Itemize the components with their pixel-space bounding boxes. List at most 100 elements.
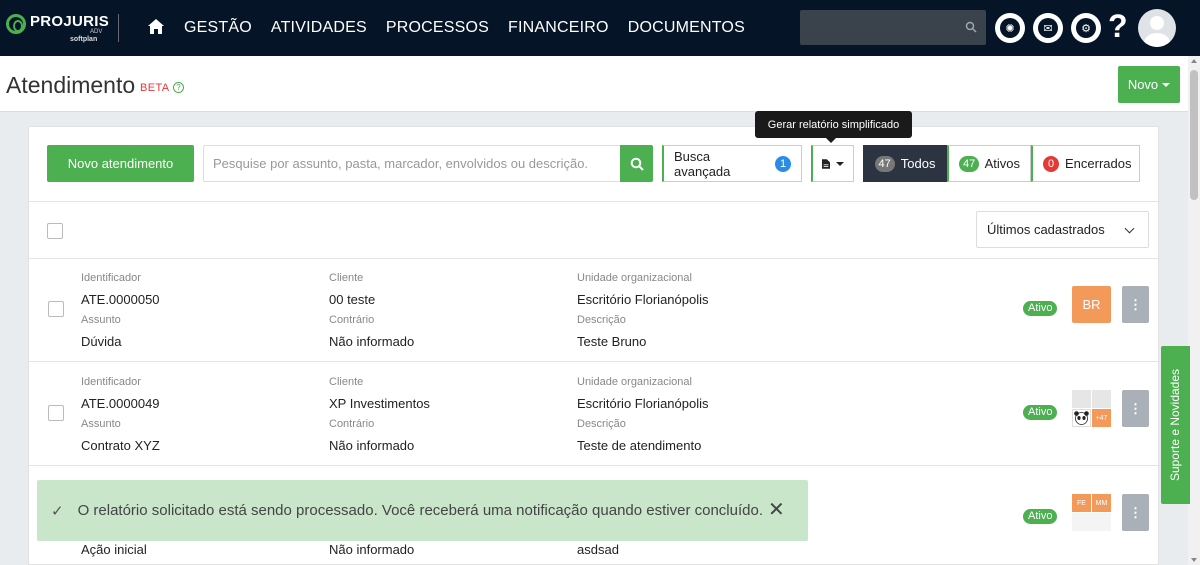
settings-icon-glyph: ⚙: [1076, 18, 1096, 38]
caret-down-icon: [836, 161, 844, 166]
menu-item-atividades[interactable]: ATIVIDADES: [271, 19, 367, 37]
top-navbar: PROJURIS ADV softplan GESTÃO ATIVIDADES …: [0, 0, 1200, 56]
search-submit-button[interactable]: [620, 145, 653, 182]
label-identificador: Identificador: [81, 272, 141, 284]
label-unidade: Unidade organizacional: [577, 272, 692, 284]
openai-icon[interactable]: ✺: [995, 13, 1025, 43]
scroll-up-arrow-icon[interactable]: [1191, 59, 1197, 63]
value-assunto: Dúvida: [81, 334, 122, 349]
status-badge: Ativo: [1023, 405, 1058, 420]
notification-toast: ✓ O relatório solicitado está sendo proc…: [37, 480, 808, 541]
value-unidade: Escritório Florianópolis: [577, 292, 709, 307]
value-contrario: Não informado: [329, 542, 415, 557]
avatar-placeholder: [1072, 513, 1111, 531]
caret-down-icon: [1162, 82, 1171, 87]
menu-item-documentos[interactable]: DOCUMENTOS: [628, 19, 745, 37]
list-item[interactable]: Identificador ATE.0000049 Assunto Contra…: [29, 362, 1160, 466]
projuris-logo[interactable]: PROJURIS ADV softplan: [6, 10, 116, 46]
label-descricao: Descrição: [577, 418, 626, 430]
logo-by: softplan: [70, 36, 98, 43]
tab-todos-label: Todos: [900, 156, 936, 171]
tab-todos[interactable]: 47 Todos: [863, 145, 947, 182]
search-icon: [630, 157, 644, 171]
label-contrario: Contrário: [329, 418, 375, 430]
label-contrario: Contrário: [329, 314, 375, 326]
panda-avatar-icon: [1072, 409, 1091, 427]
value-cliente: XP Investimentos: [329, 396, 430, 411]
report-tooltip: Gerar relatório simplificado: [755, 111, 912, 143]
busca-avancada-label: Busca avançada: [674, 148, 731, 179]
select-all-checkbox[interactable]: [47, 223, 63, 239]
label-descricao: Descrição: [577, 314, 626, 326]
beta-help-icon[interactable]: ?: [173, 82, 184, 93]
menu-item-financeiro[interactable]: FINANCEIRO: [508, 19, 609, 37]
busca-avancada-button[interactable]: Busca avançada 1: [662, 145, 802, 182]
user-avatar[interactable]: [1138, 9, 1176, 47]
label-cliente: Cliente: [329, 272, 364, 284]
value-identificador[interactable]: ATE.0000049: [81, 396, 160, 411]
avatar-initials: MM: [1092, 494, 1111, 512]
page-title: Atendimento: [6, 72, 136, 98]
chevron-down-icon: [1124, 223, 1135, 234]
value-identificador[interactable]: ATE.0000050: [81, 292, 160, 307]
beta-badge: BETA: [140, 82, 170, 94]
help-icon[interactable]: ?: [1108, 8, 1128, 45]
search-icon: [965, 21, 977, 33]
mail-icon[interactable]: ✉: [1033, 13, 1063, 43]
novo-button-label: Novo: [1127, 77, 1159, 92]
label-assunto: Assunto: [81, 418, 121, 430]
projuris-logo-icon: [6, 14, 26, 34]
label-assunto: Assunto: [81, 314, 121, 326]
tab-ativos-count: 47: [959, 155, 979, 172]
label-unidade: Unidade organizacional: [577, 376, 692, 388]
responsaveis-avatar-group[interactable]: +47: [1072, 390, 1111, 427]
value-unidade: Escritório Florianópolis: [577, 396, 709, 411]
toast-message: O relatório solicitado está sendo proces…: [77, 502, 763, 519]
row-checkbox[interactable]: [48, 405, 64, 421]
report-dropdown-button[interactable]: [811, 145, 854, 182]
sort-select[interactable]: Últimos cadastrados: [976, 211, 1149, 248]
tab-encerrados-count: 0: [1043, 155, 1059, 172]
label-identificador: Identificador: [81, 376, 141, 388]
atendimento-search-input[interactable]: [203, 145, 621, 182]
logo-subtext: ADV: [90, 29, 103, 35]
row-actions-kebab-icon[interactable]: ⋮: [1122, 494, 1149, 531]
avatar-image: [1072, 390, 1091, 408]
value-contrario: Não informado: [329, 438, 415, 453]
settings-icon[interactable]: ⚙: [1071, 13, 1101, 43]
global-search-input[interactable]: [800, 10, 986, 45]
close-icon[interactable]: ✕: [768, 497, 785, 522]
novo-dropdown-button[interactable]: Novo: [1118, 66, 1180, 103]
logo-text: PROJURIS: [30, 13, 110, 30]
novo-atendimento-button[interactable]: Novo atendimento: [47, 145, 194, 182]
value-contrario: Não informado: [329, 334, 415, 349]
row-actions-kebab-icon[interactable]: ⋮: [1122, 390, 1149, 427]
menu-item-processos[interactable]: PROCESSOS: [386, 19, 489, 37]
tab-encerrados-label: Encerrados: [1065, 156, 1132, 171]
home-icon[interactable]: [147, 18, 165, 36]
row-actions-kebab-icon[interactable]: ⋮: [1122, 286, 1149, 323]
toolbar-divider: [29, 201, 1160, 202]
sort-select-value: Últimos cadastrados: [987, 222, 1105, 237]
nav-divider: [118, 14, 119, 42]
page-header: Atendimento BETA ?: [0, 56, 1188, 112]
responsaveis-avatar-group[interactable]: FE MM: [1072, 494, 1111, 531]
tab-ativos[interactable]: 47 Ativos: [947, 145, 1031, 182]
value-assunto: Ação inicial: [81, 542, 147, 557]
support-novidades-tab[interactable]: Suporte e Novidades: [1161, 346, 1190, 504]
list-item[interactable]: Identificador ATE.0000050 Assunto Dúvida…: [29, 258, 1160, 362]
more-avatars-count: +47: [1092, 409, 1111, 427]
row-checkbox[interactable]: [48, 301, 64, 317]
value-cliente: 00 teste: [329, 292, 376, 307]
status-badge: Ativo: [1023, 301, 1058, 316]
value-descricao: Teste Bruno: [577, 334, 647, 349]
scroll-down-arrow-icon[interactable]: [1191, 558, 1197, 562]
responsavel-avatar[interactable]: BR: [1072, 286, 1111, 323]
menu-item-gestao[interactable]: GESTÃO: [184, 19, 252, 37]
mail-icon-glyph: ✉: [1038, 18, 1058, 38]
tab-ativos-label: Ativos: [984, 156, 1020, 171]
scrollbar-thumb[interactable]: [1190, 70, 1198, 200]
value-assunto: Contrato XYZ: [81, 438, 160, 453]
avatar-initials: FE: [1072, 494, 1091, 512]
tab-encerrados[interactable]: 0 Encerrados: [1031, 145, 1140, 182]
